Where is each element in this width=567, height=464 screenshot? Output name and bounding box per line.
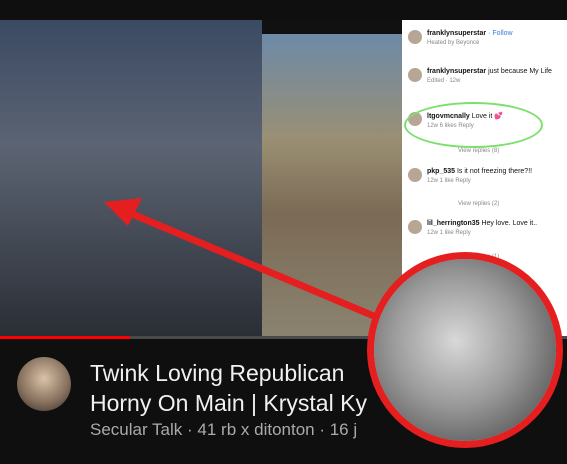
channel-avatar[interactable] xyxy=(17,357,71,411)
video-title-line1: Twink Loving Republican xyxy=(90,360,345,386)
video-stats: · 41 rb x ditonton · 16 j xyxy=(187,420,358,439)
video-subline: Secular Talk · 41 rb x ditonton · 16 j xyxy=(90,420,357,440)
video-title-line2: Horny On Main | Krystal Ky xyxy=(90,390,367,416)
channel-name[interactable]: Secular Talk xyxy=(90,420,182,439)
video-meta[interactable]: Twink Loving Republican Horny On Main | … xyxy=(0,339,567,464)
video-title[interactable]: Twink Loving Republican Horny On Main | … xyxy=(90,358,510,418)
